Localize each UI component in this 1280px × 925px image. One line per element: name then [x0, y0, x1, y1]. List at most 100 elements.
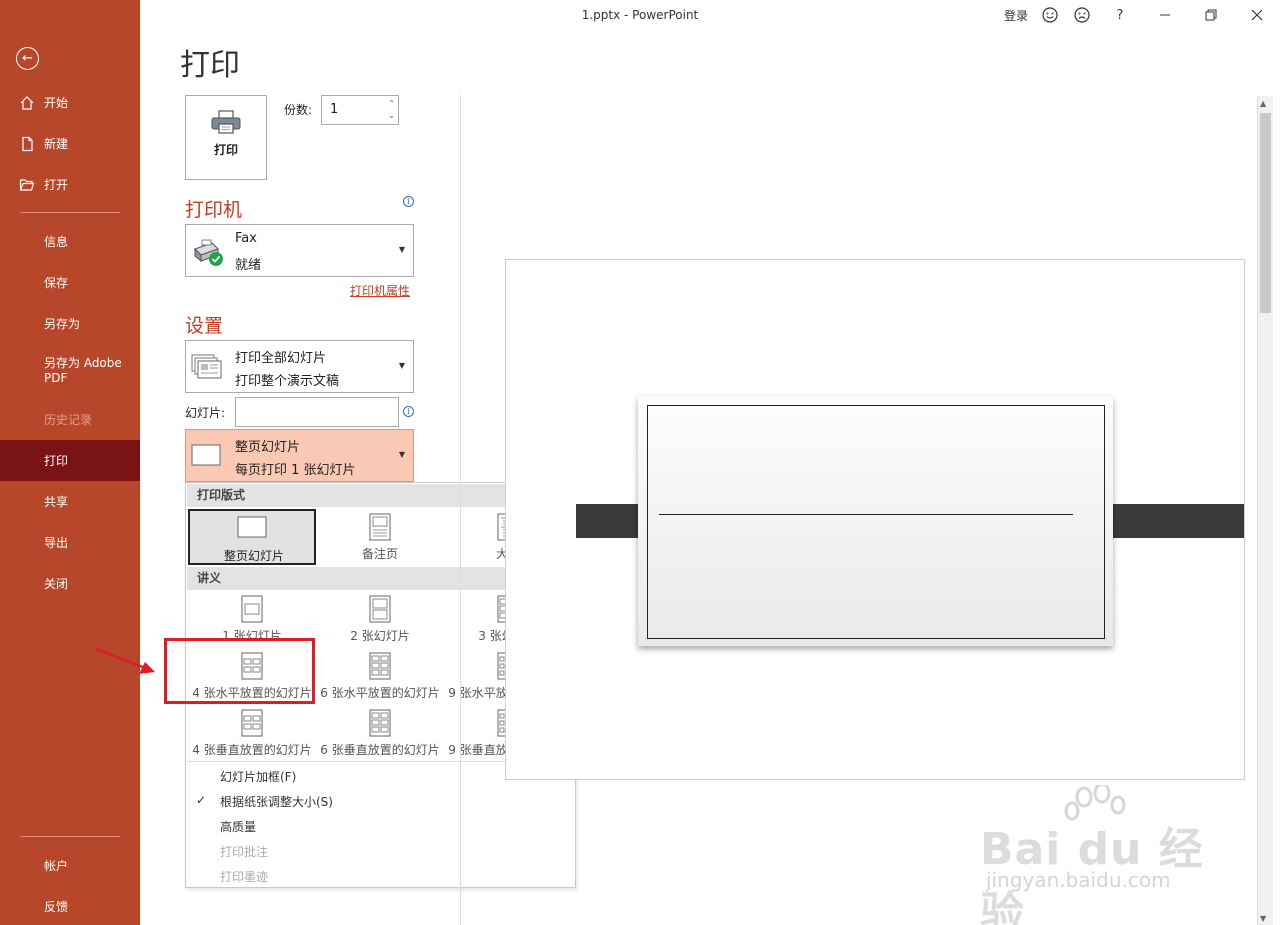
back-button[interactable]: ← [16, 47, 39, 70]
sidebar-item-label: 打开 [44, 178, 69, 192]
handout-1-icon [241, 595, 263, 623]
print-button-label: 打印 [213, 143, 238, 157]
layout-notes-page[interactable]: 备注页 [316, 509, 444, 565]
handout-4-vertical[interactable]: 4 张垂直放置的幻灯片 [188, 705, 316, 761]
handout-2-slides[interactable]: 2 张幻灯片 [316, 591, 444, 647]
handout-label: 4 张垂直放置的幻灯片 [192, 743, 312, 757]
copies-spinner[interactable]: 1 ⌃ ⌄ [321, 95, 399, 125]
chevron-down-icon: ▼ [398, 245, 405, 254]
sidebar-item-label: 开始 [44, 96, 69, 110]
page-title: 打印 [180, 48, 240, 83]
spin-up-icon[interactable]: ⌃ [388, 100, 395, 108]
printer-dropdown[interactable]: Fax 就绪 ▼ [185, 224, 414, 277]
all-slides-icon [191, 354, 222, 379]
slides-label: 幻灯片: [185, 406, 226, 420]
sidebar-item-print[interactable]: 打印 [0, 440, 140, 481]
arrow-left-icon: ← [22, 51, 33, 66]
sidebar-item-feedback[interactable]: 反馈 [0, 886, 140, 925]
copies-value: 1 [330, 102, 339, 117]
annotation-arrow-icon [95, 648, 155, 674]
handout-6-horizontal[interactable]: 6 张水平放置的幻灯片 [316, 648, 444, 704]
slide-preview [638, 396, 1113, 646]
sidebar-divider [20, 836, 120, 837]
print-layout-desc: 每页打印 1 张幻灯片 [235, 463, 356, 478]
minimize-icon[interactable] [1142, 0, 1188, 30]
handout-6-horizontal-icon [369, 652, 391, 680]
slide-frame [647, 405, 1105, 639]
sidebar-item-label: 共享 [44, 495, 69, 509]
watermark-url: jingyan.baidu.com [986, 868, 1171, 892]
option-frame-slides[interactable]: 幻灯片加框(F) [220, 768, 296, 785]
sidebar-item-account[interactable]: 帐户 [0, 845, 140, 886]
full-page-slide-icon [237, 516, 267, 538]
frown-icon[interactable] [1066, 0, 1098, 30]
option-scale-to-fit[interactable]: 根据纸张调整大小(S) [220, 793, 333, 810]
sidebar-divider [20, 212, 120, 213]
slide-line [659, 514, 1073, 515]
sidebar-item-label: 保存 [44, 276, 69, 290]
checkmark-icon: ✓ [196, 793, 207, 807]
print-layout-title: 整页幻灯片 [235, 440, 301, 455]
titlebar-controls: 登录 ? [998, 0, 1280, 30]
new-file-icon [22, 136, 33, 152]
layout-label: 整页幻灯片 [223, 549, 284, 563]
handout-2-icon [369, 595, 391, 623]
login-button[interactable]: 登录 [998, 0, 1034, 30]
sidebar-item-label: 导出 [44, 536, 69, 550]
printer-properties-link[interactable]: 打印机属性 [350, 282, 410, 299]
print-layout-dropdown[interactable]: 整页幻灯片 每页打印 1 张幻灯片 ▼ [185, 429, 414, 482]
sidebar-item-home[interactable]: 开始 [0, 82, 140, 123]
handout-6-vertical[interactable]: 6 张垂直放置的幻灯片 [316, 705, 444, 761]
sidebar-item-export[interactable]: 导出 [0, 522, 140, 563]
layout-full-page[interactable]: 整页幻灯片 [188, 509, 316, 565]
handout-label: 6 张垂直放置的幻灯片 [320, 743, 440, 757]
sidebar-item-label: 另存为 Adobe PDF [44, 356, 122, 385]
option-print-ink: 打印墨迹 [220, 870, 269, 884]
sidebar-item-open[interactable]: 打开 [0, 164, 140, 205]
sidebar-item-label: 新建 [44, 137, 69, 151]
option-print-comments: 打印批注 [220, 845, 269, 859]
handout-label: 6 张水平放置的幻灯片 [320, 686, 440, 700]
print-button[interactable]: 打印 [185, 95, 267, 180]
printer-heading: 打印机 [185, 199, 243, 221]
print-range-dropdown[interactable]: 打印全部幻灯片 打印整个演示文稿 ▼ [185, 340, 414, 393]
fax-printer-icon [194, 239, 223, 266]
annotation-highlight-box [164, 638, 315, 704]
slides-input[interactable] [235, 397, 399, 427]
print-range-title: 打印全部幻灯片 [235, 351, 327, 366]
sidebar-item-save[interactable]: 保存 [0, 262, 140, 303]
scroll-thumb[interactable] [1260, 113, 1271, 313]
printer-name: Fax [235, 231, 257, 246]
baidu-watermark: Bai du 经验 jingyan.baidu.com [980, 785, 1220, 925]
open-folder-icon [19, 179, 35, 191]
home-icon [20, 96, 34, 110]
scroll-down-icon[interactable]: ▼ [1260, 914, 1266, 923]
info-icon[interactable]: i [403, 196, 414, 207]
sidebar-item-save-as-pdf[interactable]: 另存为 Adobe PDF [0, 346, 140, 396]
notes-page-icon [369, 513, 391, 541]
sidebar-item-info[interactable]: 信息 [0, 221, 140, 262]
sidebar-item-label: 信息 [44, 235, 69, 249]
preview-divider [460, 95, 461, 925]
print-range-desc: 打印整个演示文稿 [235, 374, 340, 389]
spin-down-icon[interactable]: ⌄ [388, 112, 395, 120]
sidebar-item-label: 打印 [44, 454, 69, 468]
close-icon[interactable] [1234, 0, 1280, 30]
scroll-up-icon[interactable]: ▲ [1260, 99, 1266, 108]
sidebar-item-share[interactable]: 共享 [0, 481, 140, 522]
help-button[interactable]: ? [1098, 0, 1142, 30]
handout-label: 2 张幻灯片 [350, 629, 410, 643]
sidebar-item-save-as[interactable]: 另存为 [0, 303, 140, 344]
option-high-quality[interactable]: 高质量 [220, 818, 256, 835]
sidebar-item-close[interactable]: 关闭 [0, 563, 140, 604]
info-icon[interactable]: i [403, 406, 414, 417]
chevron-down-icon: ▼ [398, 361, 405, 370]
sidebar-item-label: 关闭 [44, 577, 69, 591]
sidebar-item-label: 历史记录 [44, 413, 93, 427]
handout-4-vertical-icon [241, 709, 263, 737]
smile-icon[interactable] [1034, 0, 1066, 30]
restore-icon[interactable] [1188, 0, 1234, 30]
sidebar-item-new[interactable]: 新建 [0, 123, 140, 164]
preview-scrollbar[interactable]: ▲ ▼ [1257, 96, 1273, 925]
handout-6-vertical-icon [369, 709, 391, 737]
